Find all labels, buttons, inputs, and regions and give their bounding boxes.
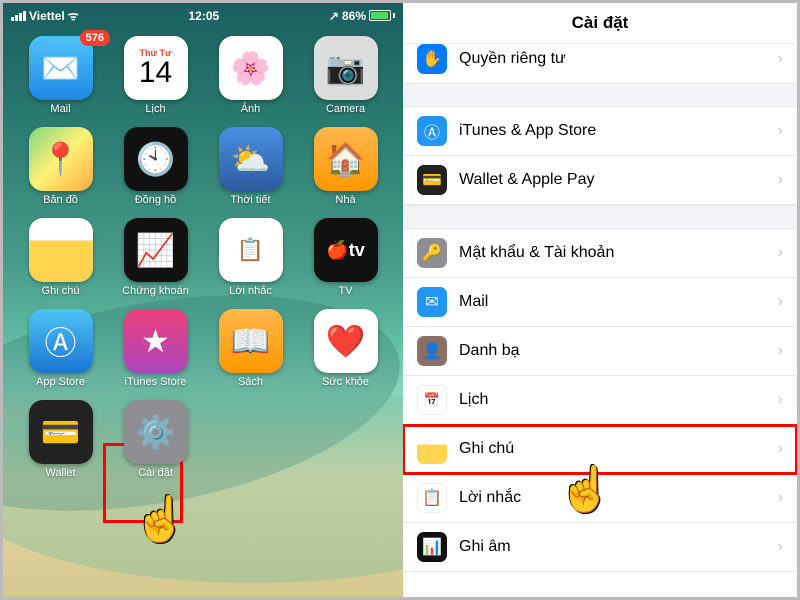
reminders-icon: 📋 bbox=[219, 218, 283, 282]
pointer-hand-icon: ☝️ bbox=[133, 493, 188, 545]
wifi-icon: ᯤ bbox=[68, 7, 79, 24]
mail-icon: ✉️ bbox=[29, 36, 93, 100]
cell-signal-icon bbox=[11, 11, 26, 21]
app-reminders[interactable]: 📋 Lời nhắc bbox=[207, 218, 294, 297]
calendar-row-icon: 📅 bbox=[417, 385, 447, 415]
location-arrow-icon: ↗ bbox=[329, 9, 339, 23]
pointer-hand-icon: ☝️ bbox=[558, 463, 613, 515]
chevron-right-icon: › bbox=[778, 342, 783, 360]
settings-row-voicememo[interactable]: 📊 Ghi âm › bbox=[403, 523, 797, 572]
battery-pct: 86% bbox=[342, 9, 366, 23]
chevron-right-icon: › bbox=[778, 171, 783, 189]
app-weather[interactable]: ⛅ Thời tiết bbox=[207, 127, 294, 206]
settings-row-wallet[interactable]: 💳 Wallet & Apple Pay › bbox=[403, 156, 797, 205]
health-icon: ❤️ bbox=[314, 309, 378, 373]
carrier-label: Viettel bbox=[29, 9, 65, 23]
settings-title: Cài đặt bbox=[403, 3, 797, 44]
app-itunes[interactable]: ★ iTunes Store bbox=[112, 309, 199, 388]
home-icon: 🏠 bbox=[314, 127, 378, 191]
app-home[interactable]: 🏠 Nhà bbox=[302, 127, 389, 206]
weather-icon: ⛅ bbox=[219, 127, 283, 191]
camera-icon: 📷 bbox=[314, 36, 378, 100]
settings-row-passwords[interactable]: 🔑 Mật khẩu & Tài khoản › bbox=[403, 229, 797, 278]
mail-badge: 576 bbox=[80, 30, 110, 46]
status-bar: Viettel ᯤ 12:05 ↗ 86% bbox=[3, 3, 403, 28]
app-settings[interactable]: ⚙️ Cài đặt bbox=[112, 400, 199, 479]
reminders-row-icon: 📋 bbox=[417, 483, 447, 513]
app-tv[interactable]: 🍎tv TV bbox=[302, 218, 389, 297]
app-calendar[interactable]: Thứ Tư 14 Lịch bbox=[112, 36, 199, 115]
itunes-icon: ★ bbox=[124, 309, 188, 373]
settings-row-privacy[interactable]: ✋ Quyền riêng tư › bbox=[403, 44, 797, 84]
chevron-right-icon: › bbox=[778, 50, 783, 68]
app-photos[interactable]: 🌸 Ảnh bbox=[207, 36, 294, 115]
app-appstore[interactable]: Ⓐ App Store bbox=[17, 309, 104, 388]
key-icon: 🔑 bbox=[417, 238, 447, 268]
clock-icon: 🕙 bbox=[124, 127, 188, 191]
settings-row-contacts[interactable]: 👤 Danh bạ › bbox=[403, 327, 797, 376]
iphone-homescreen: Viettel ᯤ 12:05 ↗ 86% 576 ✉️ Mail Thứ Tư… bbox=[3, 3, 403, 597]
calendar-icon: Thứ Tư 14 bbox=[124, 36, 188, 100]
chevron-right-icon: › bbox=[778, 293, 783, 311]
app-mail[interactable]: 576 ✉️ Mail bbox=[17, 36, 104, 115]
clock: 12:05 bbox=[188, 9, 219, 23]
app-stocks[interactable]: 📈 Chứng khoán bbox=[112, 218, 199, 297]
appstore-row-icon: Ⓐ bbox=[417, 116, 447, 146]
notes-row-icon bbox=[417, 434, 447, 464]
app-clock[interactable]: 🕙 Đồng hồ bbox=[112, 127, 199, 206]
appstore-icon: Ⓐ bbox=[29, 309, 93, 373]
stocks-icon: 📈 bbox=[124, 218, 188, 282]
chevron-right-icon: › bbox=[778, 122, 783, 140]
app-maps[interactable]: 📍 Bản đồ bbox=[17, 127, 104, 206]
voicememo-icon: 📊 bbox=[417, 532, 447, 562]
settings-row-itunes[interactable]: Ⓐ iTunes & App Store › bbox=[403, 107, 797, 156]
settings-screen: Cài đặt ✋ Quyền riêng tư › Ⓐ iTunes & Ap… bbox=[403, 3, 797, 597]
chevron-right-icon: › bbox=[778, 391, 783, 409]
app-wallet[interactable]: 💳 Wallet bbox=[17, 400, 104, 479]
maps-icon: 📍 bbox=[29, 127, 93, 191]
contacts-icon: 👤 bbox=[417, 336, 447, 366]
app-health[interactable]: ❤️ Sức khỏe bbox=[302, 309, 389, 388]
chevron-right-icon: › bbox=[778, 489, 783, 507]
app-notes[interactable]: Ghi chú bbox=[17, 218, 104, 297]
tv-icon: 🍎tv bbox=[314, 218, 378, 282]
app-camera[interactable]: 📷 Camera bbox=[302, 36, 389, 115]
mail-row-icon: ✉ bbox=[417, 287, 447, 317]
app-grid: 576 ✉️ Mail Thứ Tư 14 Lịch 🌸 Ảnh 📷 Camer… bbox=[3, 28, 403, 487]
settings-row-mail[interactable]: ✉ Mail › bbox=[403, 278, 797, 327]
app-books[interactable]: 📖 Sách bbox=[207, 309, 294, 388]
settings-row-calendar[interactable]: 📅 Lịch › bbox=[403, 376, 797, 425]
chevron-right-icon: › bbox=[778, 440, 783, 458]
chevron-right-icon: › bbox=[778, 244, 783, 262]
battery-icon bbox=[369, 10, 395, 21]
photos-icon: 🌸 bbox=[219, 36, 283, 100]
books-icon: 📖 bbox=[219, 309, 283, 373]
wallet-row-icon: 💳 bbox=[417, 165, 447, 195]
wallet-icon: 💳 bbox=[29, 400, 93, 464]
privacy-icon: ✋ bbox=[417, 44, 447, 74]
settings-icon: ⚙️ bbox=[124, 400, 188, 464]
chevron-right-icon: › bbox=[778, 538, 783, 556]
notes-icon bbox=[29, 218, 93, 282]
